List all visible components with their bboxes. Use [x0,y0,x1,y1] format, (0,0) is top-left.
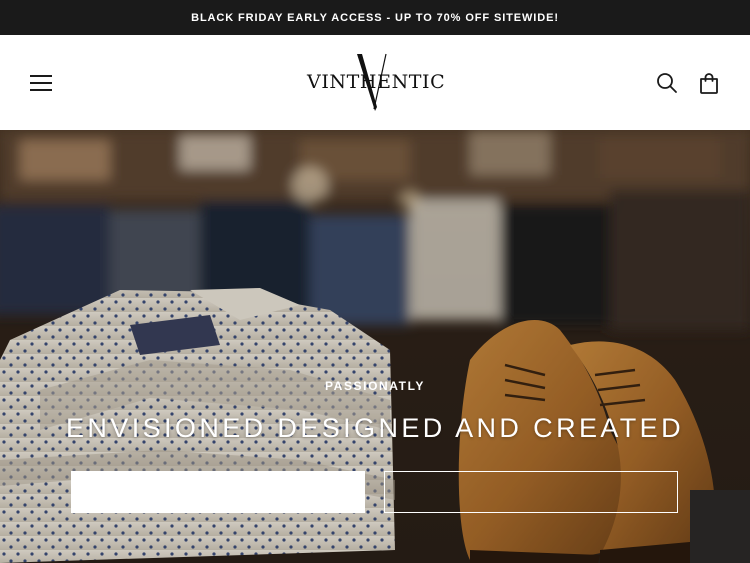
announcement-text: BLACK FRIDAY EARLY ACCESS - UP TO 70% OF… [191,11,559,24]
logo-text: VINTHENTIC [307,71,446,93]
site-header: VINTHENTIC [0,35,750,130]
search-icon[interactable] [656,72,678,94]
hero-subtitle: PASSIONATLY [324,379,426,393]
hero-primary-button[interactable] [71,471,365,513]
hero-title: ENVISIONED DESIGNED AND CREATED [66,413,684,443]
hero-secondary-button[interactable] [384,471,678,513]
hamburger-menu-icon[interactable] [30,75,54,91]
shopping-bag-icon[interactable] [697,71,721,95]
hero-section: PASSIONATLY ENVISIONED DESIGNED AND CREA… [0,130,750,563]
site-logo[interactable]: VINTHENTIC [300,51,450,113]
announcement-bar: BLACK FRIDAY EARLY ACCESS - UP TO 70% OF… [0,0,750,35]
